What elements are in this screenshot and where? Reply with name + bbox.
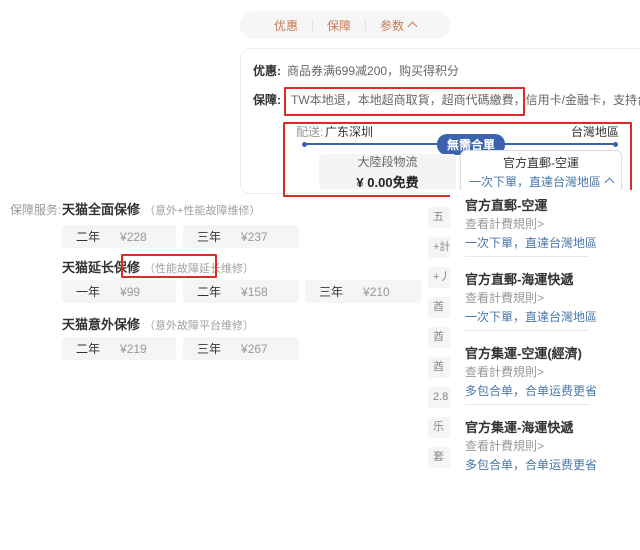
chevron-up-icon [408,22,418,32]
shipping-method-subtitle: 一次下單，直達台灣地區 [461,173,621,190]
guarantee-row: 保障: TW本地退，本地超商取貨，超商代碼繳費，信用卡/金融卡，支持台幣支付 [253,91,640,108]
shipping-method-item[interactable]: 官方集運-海運快遞 查看計費規則> 多包合单，合单运费更省 [465,418,597,475]
guarantee-rest-text: 超商代碼繳費，信用卡/金融卡，支持台幣支付 [442,93,640,107]
warranty-section-label: 保障服务: [10,201,61,218]
guarantee-highlight-text: TW本地退，本地超商取貨， [287,93,442,107]
detail-tab-bar: 优惠 保障 参数 [240,11,450,39]
view-pricing-rules-link[interactable]: 查看計費規則> [465,289,597,308]
warranty-option[interactable]: 三年¥237 [183,225,299,248]
warranty-group-title: 天猫意外保修（意外故障平台维修） [62,314,254,333]
promotion-label: 优惠: [253,64,281,78]
warranty-option[interactable]: 二年¥228 [62,225,176,248]
view-pricing-rules-link[interactable]: 查看計費規則> [465,437,597,456]
view-pricing-rules-link[interactable]: 查看計費規則> [465,363,597,382]
promo-card: 优惠: 商品券满699减200，购买得积分 保障: TW本地退，本地超商取貨，超商代… [240,48,640,194]
mainland-logistics-title: 大陸段物流 [319,153,456,170]
warranty-option[interactable]: 三年¥267 [183,337,299,360]
tab-promotion[interactable]: 优惠 [260,17,312,34]
shipping-method-title: 官方直郵-空運 [461,154,621,171]
product-detail-page: 优惠 保障 参数 优惠: 商品券满699减200，购买得积分 保障: TW本地退，本… [0,0,640,550]
view-pricing-rules-link[interactable]: 查看計費規則> [465,215,597,234]
warranty-group-title: 天猫延长保修（性能故障延长维修） [62,257,254,276]
warranty-option[interactable]: 二年¥158 [183,280,299,303]
divider [465,256,589,257]
mainland-logistics-box: 大陸段物流 ¥ 0.00免费 [319,154,456,189]
warranty-option[interactable]: 二年¥219 [62,337,176,360]
divider [465,404,589,405]
tab-parameters[interactable]: 参数 [366,17,430,34]
warranty-group-title: 天猫全面保修（意外+性能故障维修） [62,199,260,218]
chevron-up-icon [605,177,615,187]
mainland-logistics-price: ¥ 0.00免费 [319,172,456,191]
promotion-row: 优惠: 商品券满699减200，购买得积分 [253,62,459,79]
divider [465,330,589,331]
shipping-destination: 台灣地區 [571,123,619,140]
shipping-label: 配送: [296,123,323,140]
shipping-method-dropdown: 官方直郵-空運 查看計費規則> 一次下單，直達台灣地區 官方直郵-海運快遞 查看… [450,190,640,490]
shipping-method-selector[interactable]: 官方直郵-空運 一次下單，直達台灣地區 [460,150,622,193]
shipping-method-item[interactable]: 官方直郵-空運 查看計費規則> 一次下單，直達台灣地區 [465,196,597,253]
tab-parameters-label: 参数 [380,17,404,34]
shipping-method-item[interactable]: 官方集運-空運(經濟) 查看計費規則> 多包合单，合单运费更省 [465,344,597,401]
shipping-method-item[interactable]: 官方直郵-海運快遞 查看計費規則> 一次下單，直達台灣地區 [465,270,597,327]
promotion-text: 商品券满699减200，购买得积分 [287,64,459,78]
warranty-option[interactable]: 一年¥99 [62,280,176,303]
shipping-origin: 广东深圳 [325,123,373,140]
guarantee-label: 保障: [253,93,281,107]
tab-guarantee[interactable]: 保障 [313,17,365,34]
warranty-option[interactable]: 三年¥210 [305,280,421,303]
